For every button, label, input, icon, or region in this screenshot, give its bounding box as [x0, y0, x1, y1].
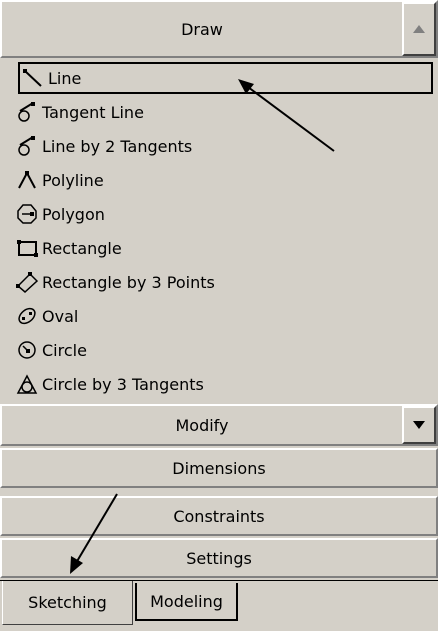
- tab-modeling[interactable]: Modeling: [135, 583, 238, 621]
- triangle-down-icon: [413, 421, 425, 429]
- annotation-arrow: [70, 493, 118, 574]
- modify-section-label: Modify: [175, 415, 229, 435]
- scroll-up-button[interactable]: [402, 2, 436, 56]
- modify-section-header[interactable]: Modify: [0, 404, 438, 446]
- draw-header-label: Draw: [181, 19, 223, 39]
- triangle-up-icon: [413, 25, 425, 33]
- draw-toolbox-header[interactable]: Draw: [0, 0, 438, 58]
- tab-sketching[interactable]: Sketching: [2, 581, 133, 625]
- scroll-down-button[interactable]: [402, 406, 436, 444]
- tab-label: Modeling: [150, 591, 223, 611]
- draw-tool-list: Line Tangent Line Line by 2 Tangents Pol…: [0, 58, 438, 402]
- tab-label: Sketching: [28, 593, 107, 612]
- bottom-tab-strip: Sketching Modeling: [0, 580, 438, 631]
- annotation-arrow: [238, 79, 335, 152]
- dimensions-section-header[interactable]: Dimensions: [0, 448, 438, 488]
- dimensions-section-label: Dimensions: [172, 458, 266, 478]
